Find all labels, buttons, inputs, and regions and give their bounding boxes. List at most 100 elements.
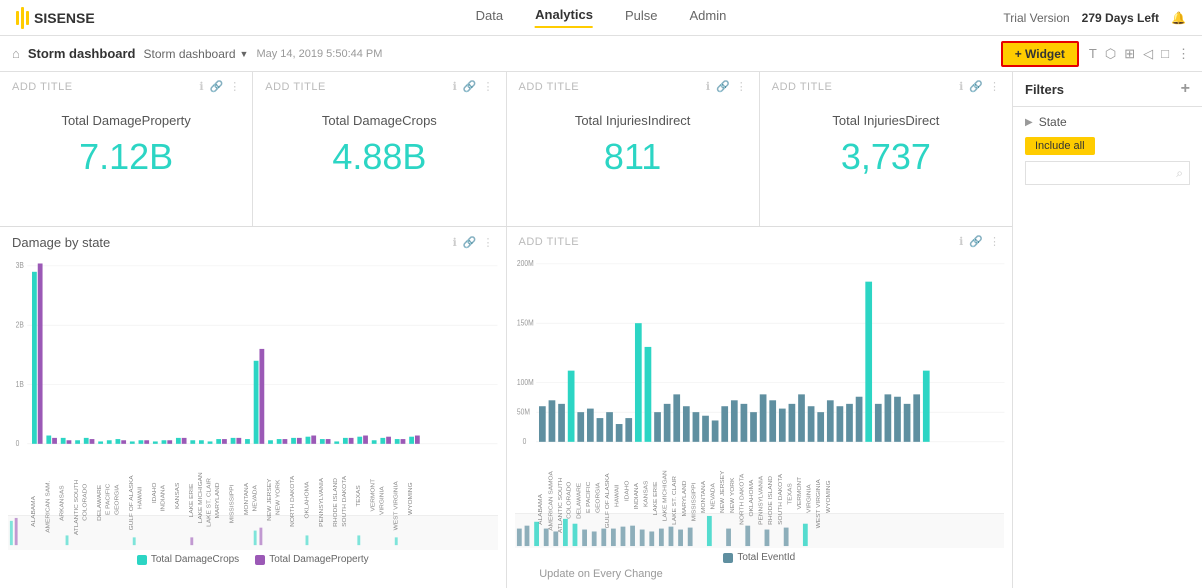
svg-text:IDAHO: IDAHO [624,480,629,501]
svg-text:SISENSE: SISENSE [34,10,95,26]
svg-text:MONTANA: MONTANA [701,481,706,513]
svg-text:VERMONT: VERMONT [797,476,802,509]
svg-text:MONTANA: MONTANA [244,483,249,515]
chart-left-link-icon[interactable]: 🔗 [463,236,477,249]
breadcrumb-label: Storm dashboard [143,47,235,61]
more-icon-3[interactable]: ⋮ [736,80,747,93]
svg-text:VERMONT: VERMONT [371,478,376,511]
toolbar-more-icon[interactable]: ⋮ [1177,46,1190,62]
svg-text:NEVADA: NEVADA [711,483,716,509]
filters-header: Filters + [1013,72,1202,107]
filters-title: Filters [1025,82,1064,97]
chart-damage-by-state: Damage by state ℹ 🔗 ⋮ 3B 2B 1B 0 [0,227,507,588]
legend-label-property: Total DamageProperty [269,554,369,565]
dashboard-area: ADD TITLE ℹ 🔗 ⋮ Total DamageProperty 7.1… [0,72,1012,588]
filter-search-input[interactable] [1032,167,1183,179]
svg-text:WYOMING: WYOMING [826,480,831,513]
kpi-card-icons-2: ℹ 🔗 ⋮ [453,80,494,93]
legend-dot-event [723,553,733,563]
sisense-logo-svg: SISENSE [16,7,106,29]
svg-text:0: 0 [16,438,20,448]
add-widget-button[interactable]: + Widget [1001,41,1079,67]
dashboard-date: May 14, 2019 5:50:44 PM [256,48,382,60]
svg-text:3B: 3B [16,261,24,271]
svg-text:KANSAS: KANSAS [643,481,648,507]
filters-sidebar: Filters + ▶ State Include all ⌕ Update o… [1012,72,1202,588]
event-by-state-chart: 200M 150M 100M 50M 0 [515,252,1005,513]
svg-text:150M: 150M [516,318,533,328]
toolbar-icons: T ⬡ ⊞ ◁ □ ⋮ [1089,46,1190,62]
link-icon-1[interactable]: 🔗 [210,80,224,93]
kpi-title-bar-3: ADD TITLE ℹ 🔗 ⋮ [519,80,747,93]
kpi-card-injuries-direct: ADD TITLE ℹ 🔗 ⋮ Total InjuriesDirect 3,7… [760,72,1012,226]
chart-left-more-icon[interactable]: ⋮ [483,236,494,249]
info-icon-1[interactable]: ℹ [199,80,203,93]
kpi-card-icons-3: ℹ 🔗 ⋮ [706,80,747,93]
filter-state-section: ▶ State Include all ⌕ [1013,107,1202,193]
svg-text:50M: 50M [516,407,529,417]
chart-left-info-icon[interactable]: ℹ [453,236,457,249]
chart-left-mini[interactable] [8,515,498,550]
kpi-title-bar-2: ADD TITLE ℹ 🔗 ⋮ [265,80,493,93]
kpi-add-title-3: ADD TITLE [519,81,580,93]
filter-search-icon: ⌕ [1176,166,1183,181]
toolbar-comment-icon[interactable]: □ [1161,46,1169,61]
info-icon-4[interactable]: ℹ [959,80,963,93]
nav-analytics[interactable]: Analytics [535,7,593,28]
chart-left-title: Damage by state [12,235,110,250]
nav-admin[interactable]: Admin [689,8,726,27]
svg-text:LAKE ERIE: LAKE ERIE [190,484,195,518]
filters-add-button[interactable]: + [1181,80,1190,98]
link-icon-2[interactable]: 🔗 [463,80,477,93]
svg-text:200M: 200M [516,259,533,269]
kpi-label-3: Total InjuriesIndirect [519,113,747,128]
nav-links: Data Analytics Pulse Admin [476,7,727,28]
top-nav: SISENSE Data Analytics Pulse Admin Trial… [0,0,1202,36]
trial-version: Trial Version [1003,11,1069,25]
chart-left-body: 3B 2B 1B 0 [0,254,506,515]
link-icon-3[interactable]: 🔗 [716,80,730,93]
filter-chevron-icon[interactable]: ▶ [1025,117,1033,128]
chart-right-link-icon[interactable]: 🔗 [969,235,983,248]
info-icon-3[interactable]: ℹ [706,80,710,93]
kpi-card-damage-crops: ADD TITLE ℹ 🔗 ⋮ Total DamageCrops 4.88B [253,72,506,226]
info-icon-2[interactable]: ℹ [453,80,457,93]
home-icon: ⌂ [12,46,20,61]
kpi-add-title-4: ADD TITLE [772,81,833,93]
main-layout: ADD TITLE ℹ 🔗 ⋮ Total DamageProperty 7.1… [0,72,1202,588]
kpi-card-icons-1: ℹ 🔗 ⋮ [199,80,240,93]
nav-pulse[interactable]: Pulse [625,8,658,27]
chart-right-body: 200M 150M 100M 50M 0 [507,252,1013,513]
bell-icon[interactable]: 🔔 [1171,11,1186,25]
update-text: Update on Every Change [0,568,1202,580]
more-icon-4[interactable]: ⋮ [989,80,1000,93]
chart-right-info-icon[interactable]: ℹ [959,235,963,248]
svg-text:HAWAII: HAWAII [138,486,143,509]
breadcrumb[interactable]: Storm dashboard ▼ [143,47,248,61]
filter-search-box: ⌕ [1025,161,1190,185]
toolbar-shape-icon[interactable]: ⬡ [1105,46,1116,62]
svg-text:NEW YORK: NEW YORK [276,480,281,515]
chart-row: Damage by state ℹ 🔗 ⋮ 3B 2B 1B 0 [0,227,1012,588]
svg-text:VIRGINIA: VIRGINIA [807,484,812,513]
more-icon-2[interactable]: ⋮ [483,80,494,93]
chart-right-more-icon[interactable]: ⋮ [989,235,1000,248]
toolbar-grid-icon[interactable]: ⊞ [1124,46,1135,62]
svg-text:E PACIFIC: E PACIFIC [106,483,111,515]
chart-left-header: Damage by state ℹ 🔗 ⋮ [0,227,506,254]
link-icon-4[interactable]: 🔗 [969,80,983,93]
toolbar-text-icon[interactable]: T [1089,46,1097,61]
sub-header: ⌂ Storm dashboard Storm dashboard ▼ May … [0,36,1202,72]
kpi-label-1: Total DamageProperty [12,113,240,128]
svg-text:MARYLAND: MARYLAND [682,480,687,516]
legend-dot-crops [137,555,147,565]
include-all-button[interactable]: Include all [1025,137,1095,155]
chart-right-icons: ℹ 🔗 ⋮ [959,235,1000,248]
toolbar-share-icon[interactable]: ◁ [1143,46,1153,62]
nav-data[interactable]: Data [476,8,503,27]
filter-state-label: State [1039,115,1067,129]
update-on-every-change: Update on Every Change [539,568,663,580]
chart-right-mini[interactable] [515,513,1005,548]
legend-dot-property [255,555,265,565]
more-icon-1[interactable]: ⋮ [229,80,240,93]
